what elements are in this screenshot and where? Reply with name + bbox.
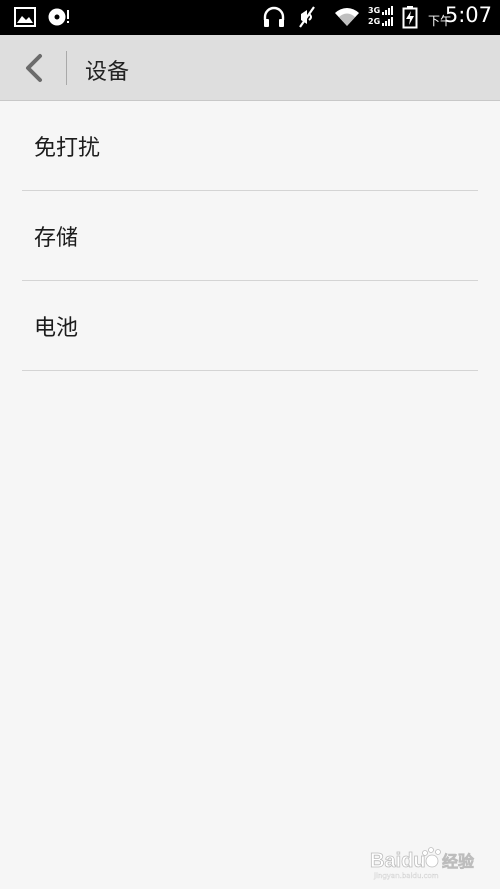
list-item-label: 存储	[34, 226, 79, 251]
list-divider	[22, 370, 478, 371]
back-arrow-icon	[26, 54, 42, 82]
page-title: 设备	[85, 60, 130, 85]
headphones-icon	[262, 5, 286, 33]
media-disc-icon	[46, 7, 72, 31]
status-bar: 3G 2G 下午 5:07	[0, 0, 500, 35]
mute-icon	[296, 5, 318, 33]
battery-charging-icon	[402, 5, 418, 33]
wifi-icon	[333, 5, 361, 33]
settings-list: 免打扰 存储 电池	[0, 101, 500, 371]
watermark-url: jingyan.baidu.com	[373, 872, 439, 880]
action-bar-divider	[66, 51, 67, 85]
image-icon	[14, 7, 36, 31]
list-item-do-not-disturb[interactable]: 免打扰	[0, 101, 500, 191]
list-item-label: 电池	[34, 316, 79, 341]
list-item-storage[interactable]: 存储	[0, 191, 500, 281]
watermark-suffix: 经验	[442, 852, 475, 871]
clock: 5:07	[444, 3, 492, 27]
back-button[interactable]	[14, 49, 54, 87]
baidu-jingyan-watermark: Baidu 经验 jingyan.baidu.com	[370, 843, 490, 881]
list-item-battery[interactable]: 电池	[0, 281, 500, 371]
watermark-brand: Baidu	[370, 850, 426, 872]
action-bar: 设备	[0, 35, 500, 101]
list-item-label: 免打扰	[34, 136, 101, 161]
network-type-label: 3G 2G	[368, 6, 381, 26]
signal-icon	[382, 5, 396, 33]
